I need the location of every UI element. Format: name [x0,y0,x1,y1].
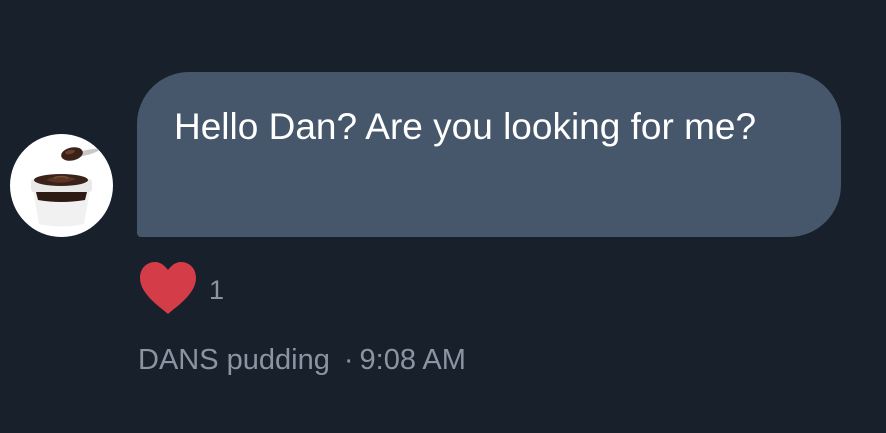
message-timestamp: 9:08 AM [359,344,466,376]
reaction-heart[interactable]: 1 [137,260,224,316]
pudding-cup-icon [31,147,100,227]
message-bubble[interactable]: Hello Dan? Are you looking for me? [137,72,841,237]
meta-separator: · [343,344,354,376]
reaction-count: 1 [209,274,225,305]
heart-icon [140,262,196,314]
message-meta: DANS pudding · 9:08 AM [138,340,466,380]
sender-name[interactable]: DANS pudding [138,344,330,376]
message-text: Hello Dan? Are you looking for me? [174,106,757,147]
avatar[interactable] [10,134,113,237]
